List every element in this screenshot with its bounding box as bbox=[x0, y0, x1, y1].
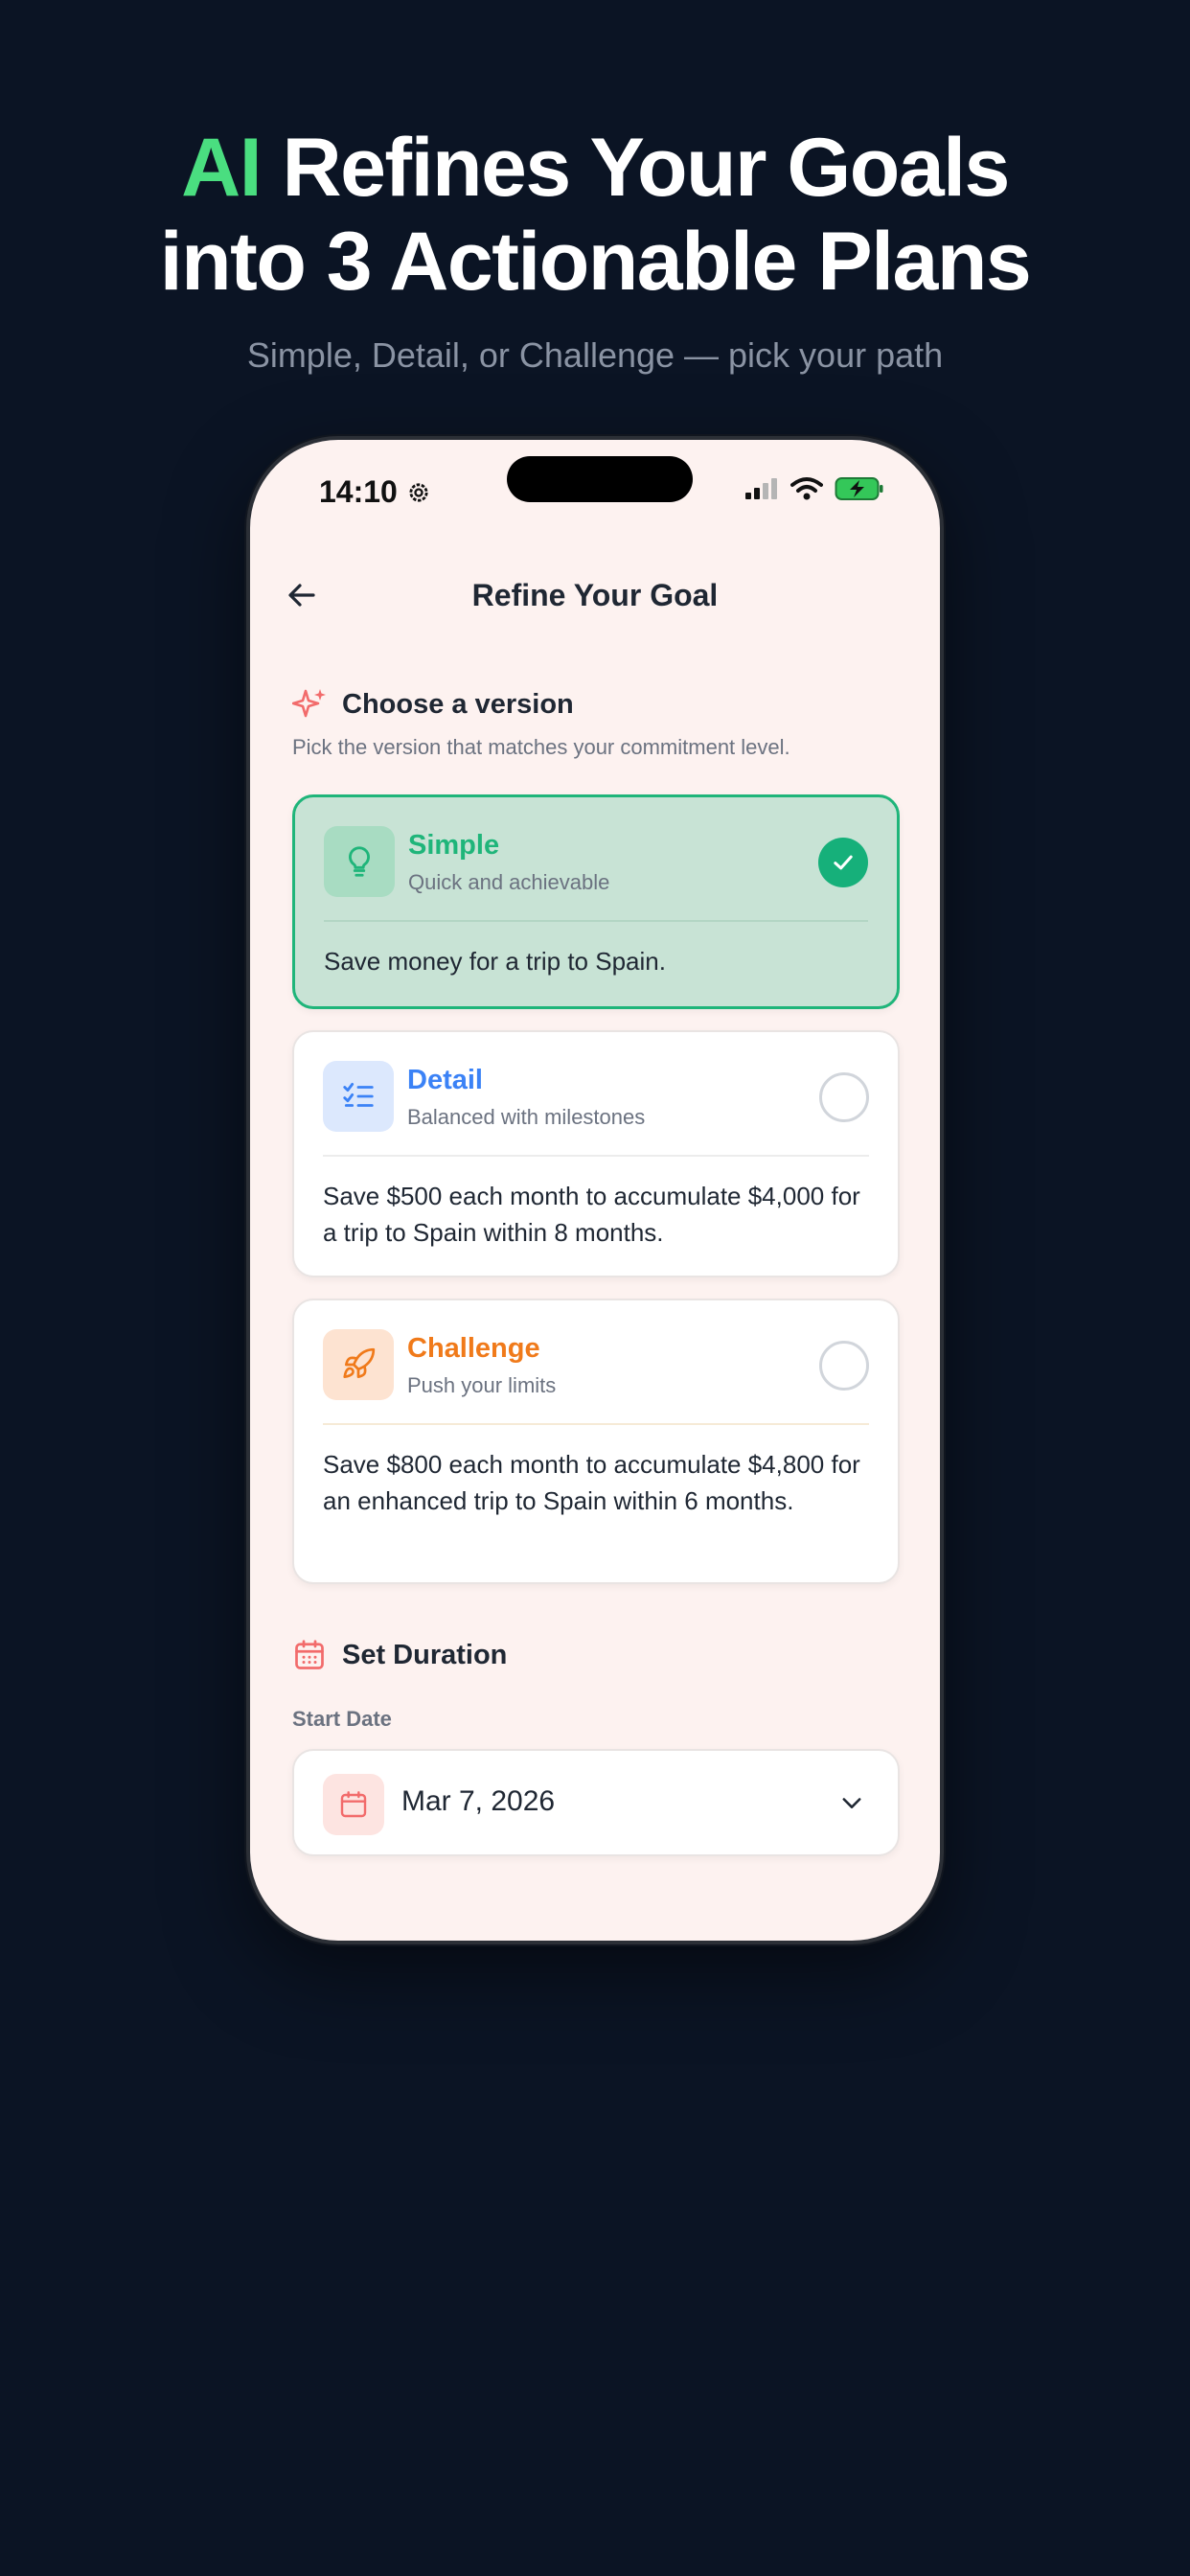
version-section-header: Choose a version bbox=[292, 687, 574, 722]
challenge-subtitle: Push your limits bbox=[407, 1373, 557, 1397]
simple-subtitle: Quick and achievable bbox=[408, 870, 610, 894]
duration-section-title: Set Duration bbox=[342, 1639, 508, 1670]
version-section-subtitle: Pick the version that matches your commi… bbox=[292, 735, 790, 759]
promo-page: AI Refines Your Goals into 3 Actionable … bbox=[0, 0, 1190, 2576]
headline-line2: into 3 Actionable Plans bbox=[159, 216, 1032, 308]
start-date-label: Start Date bbox=[292, 1707, 392, 1731]
rocket-icon bbox=[343, 1347, 376, 1379]
subhead: Simple, Detail, or Challenge — pick your… bbox=[246, 335, 944, 375]
calendar-icon-box bbox=[323, 1774, 384, 1835]
simple-divider bbox=[324, 920, 868, 922]
detail-title: Detail bbox=[407, 1065, 483, 1095]
detail-body: Save $500 each month to accumulate $4,00… bbox=[323, 1182, 860, 1247]
calendar-icon bbox=[295, 1640, 324, 1669]
signal-bars-icon bbox=[745, 478, 777, 499]
challenge-radio[interactable] bbox=[819, 1341, 869, 1391]
headline: AI Refines Your Goals into 3 Actionable … bbox=[0, 121, 1190, 309]
checklist-icon-box bbox=[323, 1061, 394, 1132]
battery-charging-icon bbox=[835, 477, 883, 500]
headline-accent: AI bbox=[181, 122, 263, 214]
rocket-icon-box bbox=[323, 1329, 394, 1400]
start-date-select[interactable]: Mar 7, 2026 bbox=[292, 1749, 900, 1856]
detail-radio[interactable] bbox=[819, 1072, 869, 1122]
duration-section-header: Set Duration bbox=[292, 1638, 507, 1672]
page-title: Refine Your Goal bbox=[471, 578, 719, 612]
headline-line1: Refines Your Goals bbox=[282, 122, 1011, 214]
status-icons bbox=[744, 476, 884, 501]
detail-subtitle: Balanced with milestones bbox=[407, 1105, 646, 1129]
detail-divider bbox=[323, 1155, 869, 1157]
challenge-divider bbox=[323, 1423, 869, 1425]
wifi-icon bbox=[790, 477, 823, 500]
calendar-icon bbox=[340, 1791, 367, 1818]
lightbulb-icon-box bbox=[324, 826, 395, 897]
start-date-value: Mar 7, 2026 bbox=[401, 1785, 556, 1817]
version-section-title: Choose a version bbox=[342, 688, 574, 720]
version-option-detail[interactable]: Detail Balanced with milestones Save $50… bbox=[292, 1030, 900, 1277]
simple-body: Save money for a trip to Spain. bbox=[324, 947, 666, 976]
challenge-body: Save $800 each month to accumulate $4,80… bbox=[323, 1450, 860, 1515]
check-icon bbox=[834, 855, 853, 870]
simple-radio-checked[interactable] bbox=[818, 838, 868, 887]
lightbulb-icon bbox=[349, 846, 370, 877]
settings-gear-icon bbox=[409, 482, 428, 502]
checklist-icon bbox=[343, 1082, 374, 1107]
sparkles-icon bbox=[292, 689, 326, 718]
chevron-down-icon[interactable] bbox=[838, 1789, 865, 1816]
version-option-simple[interactable]: Simple Quick and achievable Save money f… bbox=[292, 794, 900, 1009]
challenge-title: Challenge bbox=[407, 1333, 540, 1364]
status-time: 14:10 bbox=[319, 474, 398, 509]
version-option-challenge[interactable]: Challenge Push your limits Save $800 eac… bbox=[292, 1299, 900, 1584]
status-time-group: 14:10 bbox=[319, 474, 432, 510]
phone-frame: 14:10 Refine Your Goal Choose a version … bbox=[246, 436, 944, 1944]
simple-title: Simple bbox=[408, 830, 500, 861]
dynamic-island bbox=[507, 456, 693, 502]
